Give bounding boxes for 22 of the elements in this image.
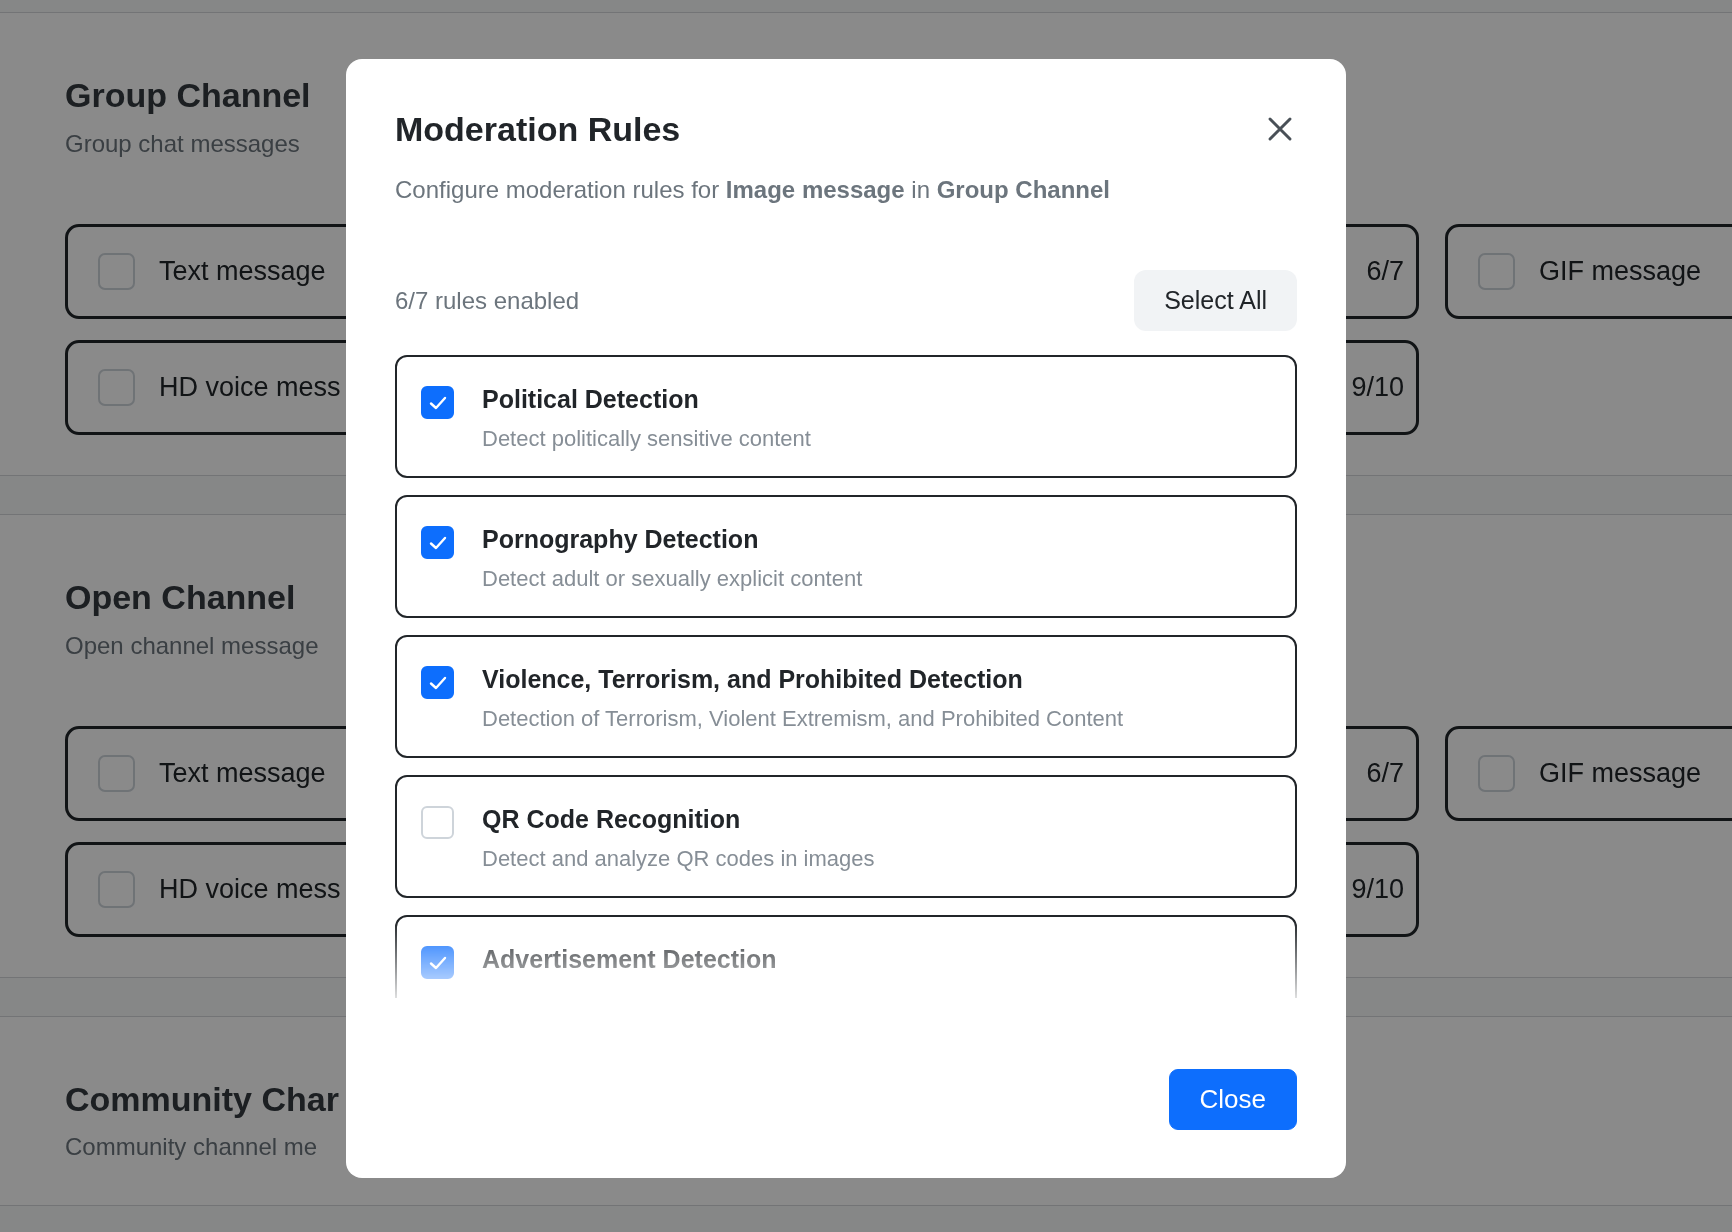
rule-count: 9/10 bbox=[1351, 371, 1404, 405]
rule-name: Advertisement Detection bbox=[482, 944, 777, 976]
section-title: Community Char bbox=[65, 1078, 339, 1120]
section-subtitle: Group chat messages bbox=[65, 128, 300, 159]
option-label: HD voice mess bbox=[159, 371, 341, 405]
section-title: Group Channel bbox=[65, 75, 311, 116]
option-label: GIF message bbox=[1539, 255, 1702, 289]
section-subtitle: Community channel me bbox=[65, 1132, 318, 1163]
rule-count: 9/10 bbox=[1351, 872, 1404, 906]
modal-title: Moderation Rules bbox=[395, 109, 681, 150]
rule-description: Detect adult or sexually explicit content bbox=[482, 564, 863, 593]
section-title: Open Channel bbox=[65, 576, 296, 618]
option-label: GIF message bbox=[1539, 756, 1702, 790]
rule-count: 6/7 bbox=[1366, 756, 1404, 790]
section-subtitle: Open channel message bbox=[65, 630, 319, 661]
option-label: HD voice mess bbox=[159, 872, 341, 906]
rule-name: Pornography Detection bbox=[482, 524, 760, 556]
rule-count: 6/7 bbox=[1366, 255, 1404, 289]
option-label: Text message bbox=[159, 255, 326, 289]
rule-name: Violence, Terrorism, and Prohibited Detection bbox=[482, 664, 1024, 696]
modal-description: Configure moderation rules for Image message in Group Channel bbox=[395, 174, 1111, 205]
option-label: Text message bbox=[159, 756, 326, 790]
